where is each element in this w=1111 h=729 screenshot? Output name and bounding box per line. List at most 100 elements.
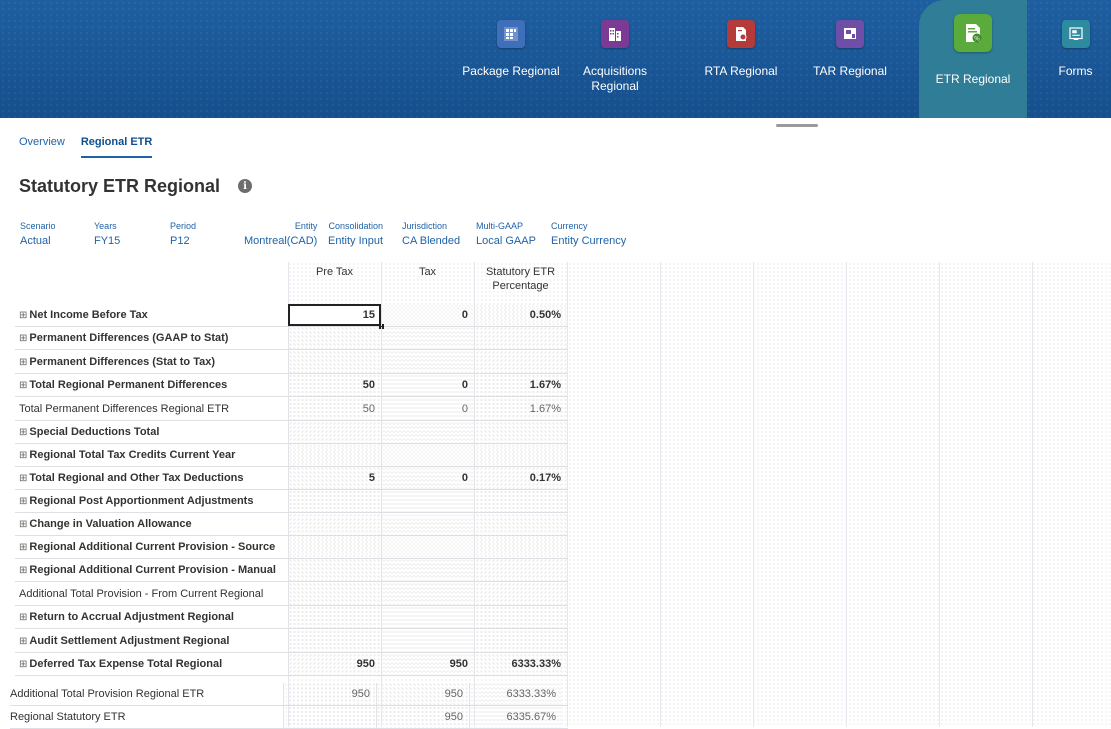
pov-consolidation[interactable]: Consolidation Entity Input [328,220,383,248]
expand-icon[interactable]: ⊞ [19,380,27,391]
data-cell[interactable] [474,444,567,466]
row-label[interactable]: ⊞ Total Regional and Other Tax Deductions [15,467,289,489]
data-cell[interactable] [381,606,474,628]
data-cell[interactable] [474,536,567,558]
data-cell[interactable] [474,327,567,349]
data-cell[interactable] [474,583,567,605]
data-cell[interactable] [381,444,474,466]
data-cell[interactable] [381,513,474,535]
data-cell[interactable] [474,606,567,628]
pov-years[interactable]: Years FY15 [94,220,120,248]
data-cell[interactable] [283,706,376,728]
pov-entity[interactable]: Entity Montreal(CAD) [244,220,317,248]
data-cell[interactable] [381,327,474,349]
expand-icon[interactable]: ⊞ [19,450,27,461]
expand-icon[interactable]: ⊞ [19,357,27,368]
data-cell[interactable] [288,559,381,581]
nav-item-acquisitions-regional[interactable]: Acquisitions Regional [573,0,657,118]
tab-regional-etr[interactable]: Regional ETR [80,136,153,158]
row-label[interactable]: ⊞ Special Deductions Total [15,421,289,443]
pov-jurisdiction[interactable]: Jurisdiction CA Blended [402,220,460,248]
expand-icon[interactable]: ⊞ [19,496,27,507]
data-cell[interactable] [381,630,474,652]
data-cell[interactable] [288,490,381,512]
data-cell[interactable]: 950 [381,653,474,675]
pov-value[interactable]: Montreal(CAD) [244,234,317,248]
data-cell[interactable]: 50 [288,374,381,396]
data-cell[interactable]: 950 [283,683,376,705]
data-cell[interactable] [381,490,474,512]
data-cell[interactable] [288,513,381,535]
expand-icon[interactable]: ⊞ [19,659,27,670]
nav-item-rta-regional[interactable]: RTA Regional [693,0,789,118]
data-cell[interactable] [288,351,381,373]
data-cell[interactable]: 0 [381,374,474,396]
nav-item-tar-regional[interactable]: TAR Regional [799,0,901,118]
pov-currency[interactable]: Currency Entity Currency [551,220,626,248]
pov-value[interactable]: FY15 [94,234,120,248]
expand-icon[interactable]: ⊞ [19,310,27,321]
expand-icon[interactable]: ⊞ [19,565,27,576]
data-cell[interactable] [288,583,381,605]
info-icon[interactable]: i [238,179,252,193]
row-label[interactable]: ⊞ Return to Accrual Adjustment Regional [15,606,289,628]
data-cell[interactable] [381,536,474,558]
data-cell[interactable] [288,444,381,466]
data-cell[interactable] [474,559,567,581]
data-cell[interactable]: 1.67% [474,398,567,420]
data-cell[interactable]: 950 [376,706,469,728]
row-label[interactable]: ⊞ Net Income Before Tax [15,304,289,326]
data-cell[interactable]: 1.67% [474,374,567,396]
data-cell[interactable] [288,630,381,652]
expand-icon[interactable]: ⊞ [19,542,27,553]
pov-period[interactable]: Period P12 [170,220,196,248]
pov-value[interactable]: P12 [170,234,196,248]
pov-multi-gaap[interactable]: Multi-GAAP Local GAAP [476,220,536,248]
row-label[interactable]: ⊞ Regional Post Apportionment Adjustments [15,490,289,512]
data-cell[interactable]: 6335.67% [469,706,562,728]
data-cell[interactable] [381,583,474,605]
data-cell[interactable]: 15 [288,304,384,329]
data-cell[interactable] [288,421,381,443]
data-cell[interactable]: 950 [376,683,469,705]
data-cell[interactable] [474,421,567,443]
data-cell[interactable] [381,421,474,443]
data-cell[interactable] [381,351,474,373]
data-cell[interactable]: 6333.33% [474,653,567,675]
data-cell[interactable] [474,490,567,512]
data-cell[interactable]: 6333.33% [469,683,562,705]
row-label[interactable]: ⊞ Total Regional Permanent Differences [15,374,289,396]
data-cell[interactable]: 0.50% [474,304,567,326]
expand-icon[interactable]: ⊞ [19,333,27,344]
nav-item-forms[interactable]: Forms [1040,0,1111,118]
expand-icon[interactable]: ⊞ [19,636,27,647]
row-label[interactable]: ⊞ Permanent Differences (GAAP to Stat) [15,327,289,349]
data-cell[interactable] [288,606,381,628]
data-cell[interactable] [474,351,567,373]
pov-value[interactable]: Entity Currency [551,234,626,248]
expand-icon[interactable]: ⊞ [19,519,27,530]
nav-scroll-indicator[interactable] [776,124,818,127]
row-label[interactable]: ⊞ Audit Settlement Adjustment Regional [15,630,289,652]
pov-value[interactable]: Local GAAP [476,234,536,248]
nav-item-etr-regional[interactable]: % ETR Regional [919,0,1027,118]
data-cell[interactable] [474,513,567,535]
data-cell[interactable]: 950 [288,653,381,675]
data-cell[interactable] [288,536,381,558]
data-cell[interactable]: 0 [381,304,474,326]
data-cell[interactable] [288,327,381,349]
expand-icon[interactable]: ⊞ [19,612,27,623]
expand-icon[interactable]: ⊞ [19,473,27,484]
data-cell[interactable]: 5 [288,467,381,489]
row-label[interactable]: ⊞ Regional Total Tax Credits Current Year [15,444,289,466]
pov-value[interactable]: Entity Input [328,234,383,248]
pov-value[interactable]: CA Blended [402,234,460,248]
nav-item-package-regional[interactable]: Package Regional [452,0,570,118]
row-label[interactable]: ⊞ Deferred Tax Expense Total Regional [15,653,289,675]
row-label[interactable]: ⊞ Permanent Differences (Stat to Tax) [15,351,289,373]
row-label[interactable]: ⊞ Change in Valuation Allowance [15,513,289,535]
data-cell[interactable]: 50 [288,398,381,420]
row-label[interactable]: ⊞ Regional Additional Current Provision -… [15,559,289,581]
data-cell[interactable] [474,630,567,652]
data-cell[interactable] [381,559,474,581]
